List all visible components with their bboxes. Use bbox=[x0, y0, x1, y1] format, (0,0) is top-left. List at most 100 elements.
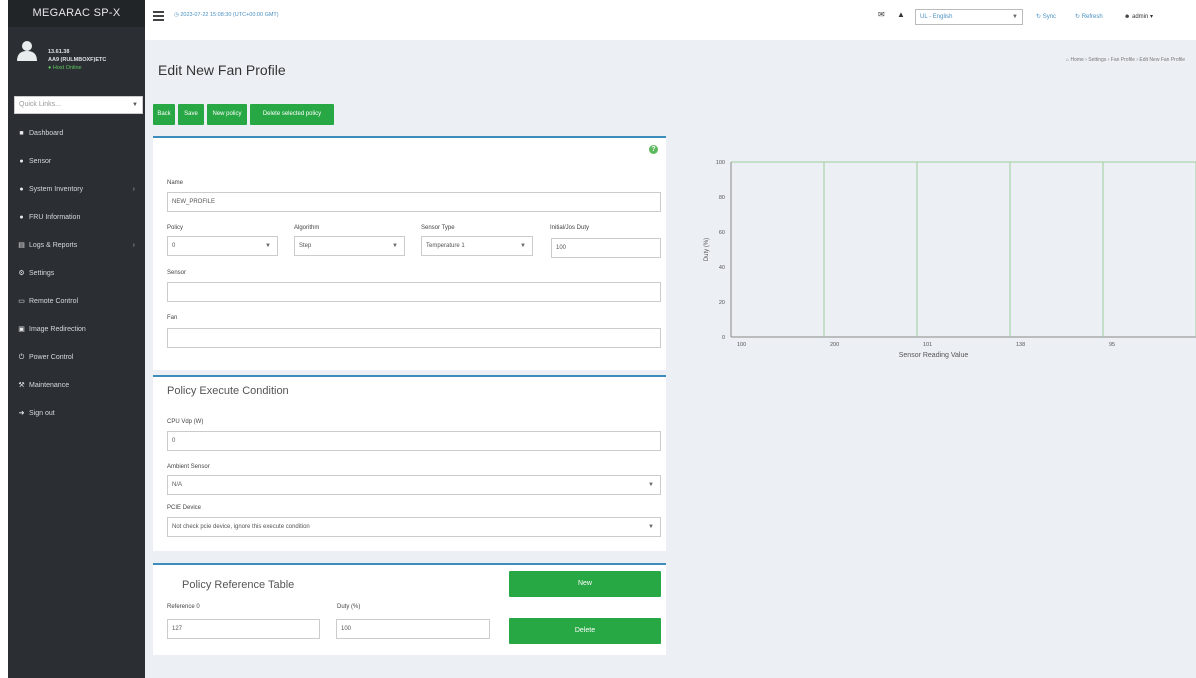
user-menu[interactable]: ☻ admin ▾ bbox=[1124, 13, 1153, 20]
alert-triangle-icon[interactable]: ▲ bbox=[897, 10, 905, 19]
new-reference-button[interactable]: New bbox=[509, 571, 661, 597]
user-host-label: 13.61.38 bbox=[48, 49, 70, 55]
delete-policy-button[interactable]: Delete selected policy bbox=[250, 104, 334, 125]
breadcrumb-settings[interactable]: Settings bbox=[1088, 57, 1106, 63]
help-icon[interactable]: ? bbox=[649, 145, 658, 154]
sidebar-item-label: FRU Information bbox=[29, 214, 81, 221]
policy-label: Policy bbox=[167, 225, 184, 231]
sidebar: MEGARAC SP-X 13.61.38 AA9 (RULMBOXF)ETC … bbox=[8, 0, 145, 678]
x-tick-label: 101 bbox=[923, 342, 932, 348]
save-button[interactable]: Save bbox=[178, 104, 204, 125]
language-value: UL - English bbox=[920, 14, 953, 20]
y-tick-label: 100 bbox=[716, 160, 725, 166]
refresh-link[interactable]: ↻ Refresh bbox=[1075, 13, 1103, 20]
hamburger-menu-icon[interactable] bbox=[153, 11, 164, 21]
x-axis-title: Sensor Reading Value bbox=[899, 352, 969, 359]
language-select[interactable]: UL - English ▼ bbox=[915, 9, 1023, 25]
chevron-down-icon: ▼ bbox=[648, 524, 654, 530]
algorithm-value: Step bbox=[299, 243, 312, 249]
fan-label: Fan bbox=[167, 315, 178, 321]
duty-input[interactable]: 100 bbox=[336, 619, 490, 639]
sidebar-item-label: System Inventory bbox=[29, 186, 84, 193]
page-title: Edit New Fan Profile bbox=[158, 62, 286, 78]
fru-icon: ● bbox=[19, 214, 24, 221]
x-tick-label: 138 bbox=[1016, 342, 1025, 348]
chevron-down-icon: ▾ bbox=[1150, 14, 1154, 20]
policy-value: 0 bbox=[172, 243, 176, 249]
user-icon: ☻ bbox=[1124, 14, 1131, 20]
chevron-right-icon: › bbox=[132, 186, 135, 193]
ambient-label: Ambient Sensor bbox=[167, 464, 210, 470]
chevron-down-icon: ▼ bbox=[265, 243, 271, 249]
gear-icon: ⚙ bbox=[18, 270, 25, 277]
sensor-type-label: Sensor Type bbox=[421, 225, 455, 231]
name-input[interactable]: NEW_PROFILE bbox=[167, 192, 661, 212]
chevron-down-icon: ▼ bbox=[1012, 14, 1018, 20]
host-status-text: Host Online bbox=[52, 65, 82, 71]
x-tick-label: 95 bbox=[1109, 342, 1115, 348]
new-policy-button[interactable]: New policy bbox=[207, 104, 247, 125]
reference-input[interactable]: 127 bbox=[167, 619, 320, 639]
sidebar-item-power-control[interactable]: ⏻ Power Control bbox=[8, 349, 145, 377]
fan-input[interactable] bbox=[167, 328, 661, 348]
header-right-tools: ✉ ▲ UL - English ▼ ↻ Sync ↻ Refresh ☻ ad… bbox=[870, 9, 1190, 25]
chevron-down-icon: ▼ bbox=[132, 102, 138, 108]
sidebar-item-label: Settings bbox=[29, 270, 55, 277]
algorithm-select[interactable]: Step ▼ bbox=[294, 236, 405, 256]
x-tick-label: 100 bbox=[737, 342, 746, 348]
condition-title: Policy Execute Condition bbox=[167, 385, 289, 397]
sensor-type-value: Temperature 1 bbox=[426, 243, 465, 249]
delete-reference-button[interactable]: Delete bbox=[509, 618, 661, 644]
y-tick-label: 0 bbox=[722, 335, 725, 341]
policy-select[interactable]: 0 ▼ bbox=[167, 236, 278, 256]
sidebar-item-settings[interactable]: ⚙ Settings bbox=[8, 265, 145, 293]
sidebar-item-fru-information[interactable]: ● FRU Information bbox=[8, 209, 145, 237]
sidebar-item-label: Sign out bbox=[29, 410, 55, 417]
ambient-select[interactable]: N/A ▼ bbox=[167, 475, 661, 495]
sensor-input[interactable] bbox=[167, 282, 661, 302]
chevron-down-icon: ▼ bbox=[648, 482, 654, 488]
sensor-type-select[interactable]: Temperature 1 ▼ bbox=[421, 236, 533, 256]
pcie-label: PCIE Device bbox=[167, 505, 202, 511]
sidebar-item-logs-reports[interactable]: ▤ Logs & Reports › bbox=[8, 237, 145, 265]
quick-links-placeholder: Quick Links... bbox=[19, 101, 62, 108]
back-button[interactable]: Back bbox=[153, 104, 175, 125]
sidebar-item-label: Logs & Reports bbox=[29, 242, 78, 249]
chart-icon: ▤ bbox=[18, 242, 25, 249]
sync-link[interactable]: ↻ Sync bbox=[1036, 13, 1056, 20]
inventory-icon: ● bbox=[19, 186, 24, 193]
host-status-label: ● Host Online bbox=[48, 65, 82, 71]
sidebar-item-label: Power Control bbox=[29, 354, 74, 361]
chevron-right-icon: › bbox=[132, 242, 135, 249]
sidebar-item-remote-control[interactable]: ▭ Remote Control bbox=[8, 293, 145, 321]
sidebar-item-image-redirection[interactable]: ▣ Image Redirection bbox=[8, 321, 145, 349]
power-icon: ⏻ bbox=[18, 354, 25, 361]
image-icon: ▣ bbox=[18, 326, 25, 333]
sidebar-item-label: Dashboard bbox=[29, 130, 64, 137]
sidebar-item-system-inventory[interactable]: ● System Inventory › bbox=[8, 181, 145, 209]
sidebar-item-dashboard[interactable]: ■ Dashboard bbox=[8, 125, 145, 153]
envelope-icon[interactable]: ✉ bbox=[878, 10, 885, 19]
refresh-icon: ↻ bbox=[1075, 14, 1081, 20]
breadcrumb-fan-profile[interactable]: Fan Profile bbox=[1111, 57, 1135, 63]
sidebar-item-maintenance[interactable]: ⚒ Maintenance bbox=[8, 377, 145, 405]
reference-table-card: Policy Reference Table New Reference 0 1… bbox=[153, 563, 666, 655]
y-tick-label: 80 bbox=[719, 195, 725, 201]
user-avatar-icon bbox=[17, 41, 37, 61]
sidebar-item-label: Maintenance bbox=[29, 382, 70, 389]
ambient-value: N/A bbox=[172, 482, 183, 488]
home-icon: ⌂ bbox=[1066, 57, 1070, 63]
pcie-select[interactable]: Not check pcie device, ignore this execu… bbox=[167, 517, 661, 537]
refresh-text: Refresh bbox=[1081, 14, 1103, 20]
initial-duty-input[interactable]: 100 bbox=[551, 238, 661, 258]
duty-label: Duty (%) bbox=[337, 604, 361, 610]
signout-icon: ➜ bbox=[18, 410, 25, 417]
x-tick-label: 200 bbox=[830, 342, 839, 348]
cpu-input[interactable]: 0 bbox=[167, 431, 661, 451]
quick-links-select[interactable]: Quick Links... ▼ bbox=[14, 96, 143, 114]
breadcrumb-home[interactable]: Home bbox=[1070, 57, 1083, 63]
sidebar-item-sign-out[interactable]: ➜ Sign out bbox=[8, 405, 145, 433]
user-panel: 13.61.38 AA9 (RULMBOXF)ETC ● Host Online bbox=[8, 27, 145, 82]
initial-duty-label: Initial/Jos Duty bbox=[550, 225, 590, 231]
sidebar-item-sensor[interactable]: ● Sensor bbox=[8, 153, 145, 181]
